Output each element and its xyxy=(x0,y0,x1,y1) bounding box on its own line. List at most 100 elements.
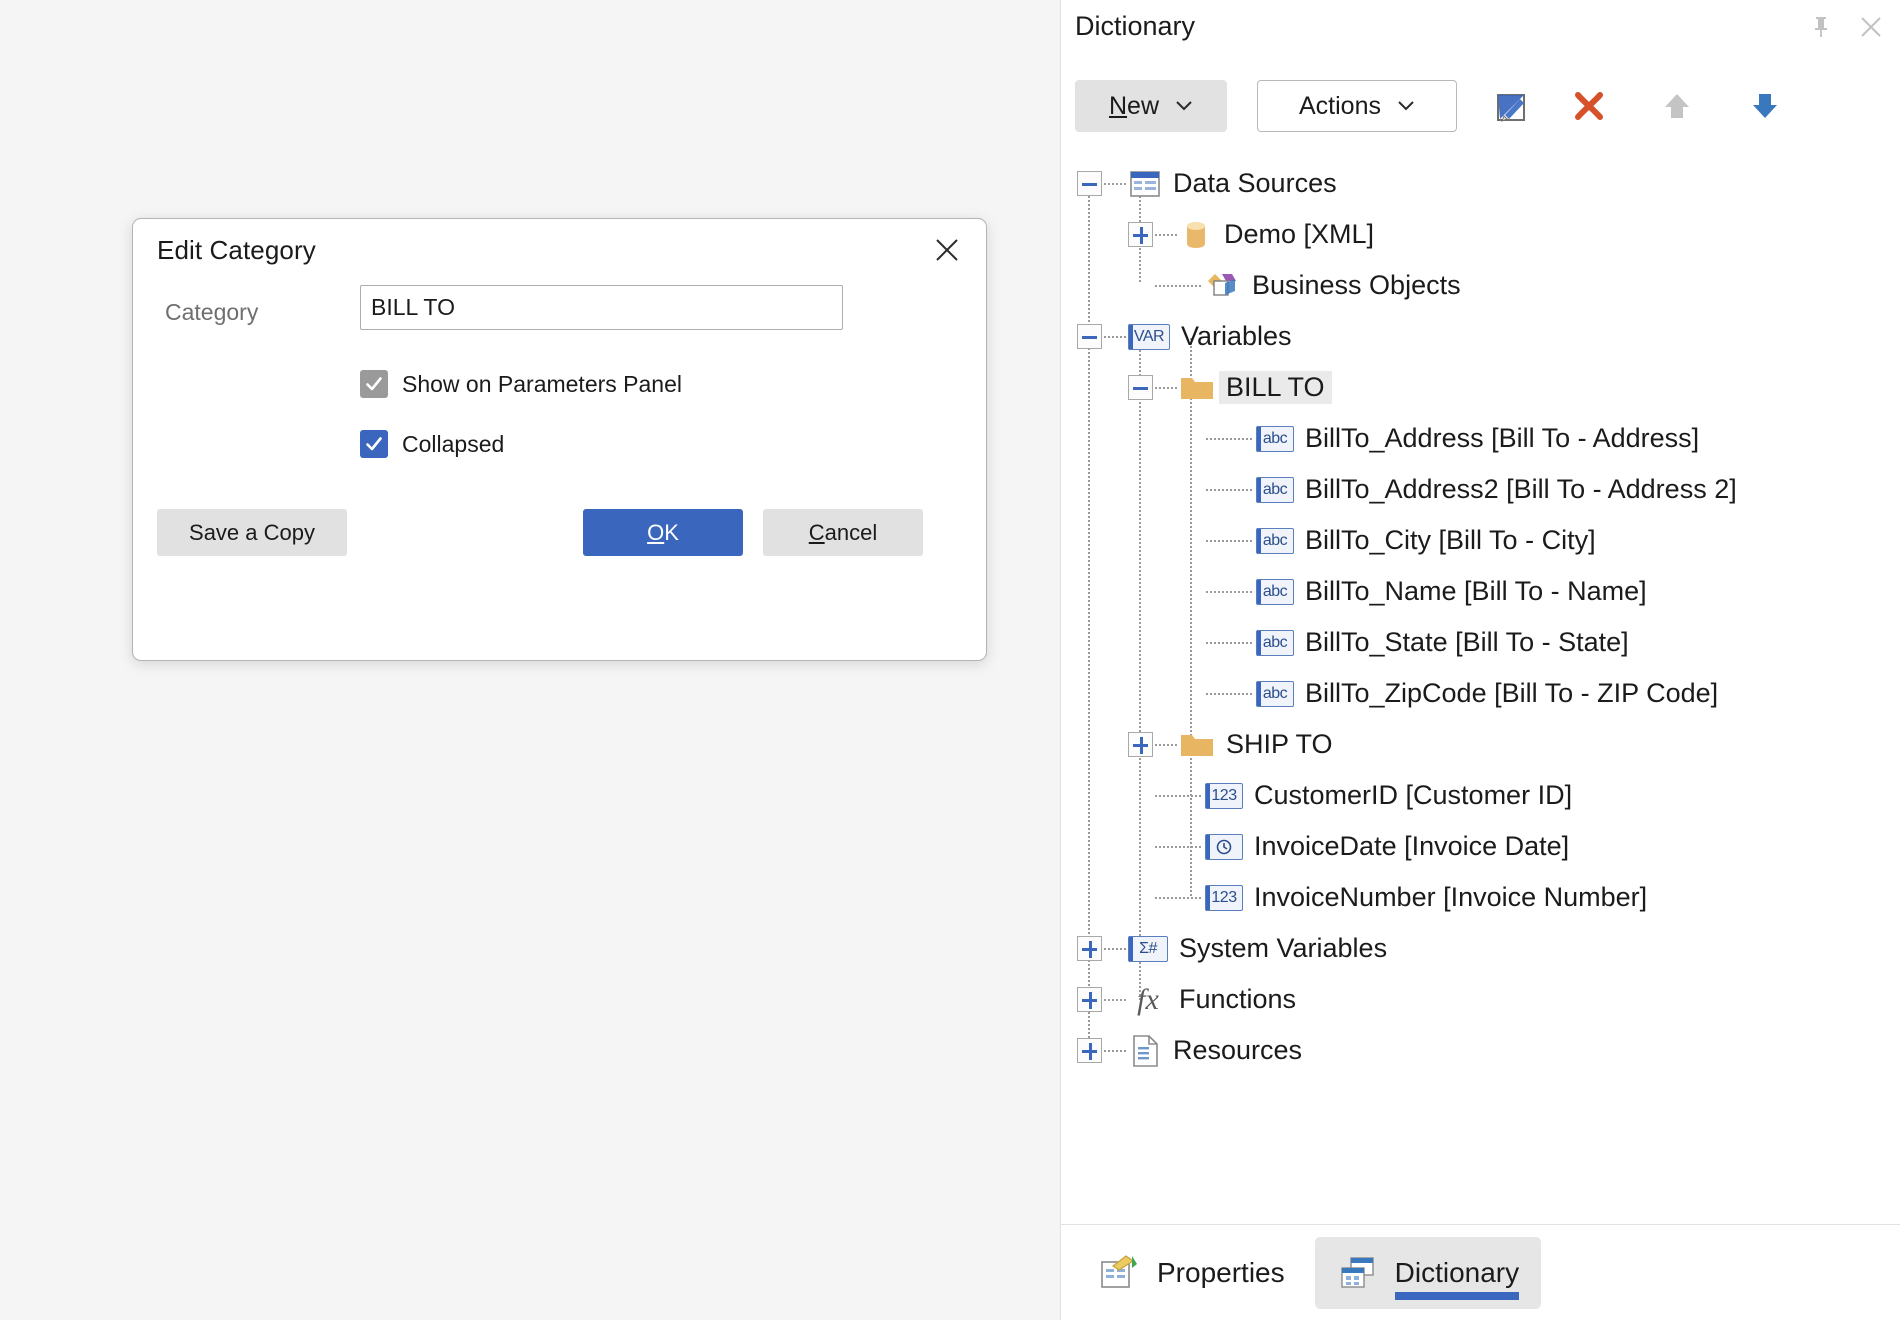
abc-badge-icon: abc xyxy=(1256,629,1294,656)
expander-plus-icon[interactable] xyxy=(1077,936,1102,961)
tree-item-label: System Variables xyxy=(1179,933,1388,963)
number-badge: 123 xyxy=(1205,782,1243,809)
tree-connector xyxy=(1206,488,1254,491)
tree-item-customer-id[interactable]: 123 CustomerID [Customer ID] xyxy=(1061,770,1900,821)
collapsed-checkbox[interactable]: Collapsed xyxy=(360,430,504,458)
dictionary-toolbar: New Actions xyxy=(1075,78,1890,134)
tree-connector xyxy=(1155,743,1177,746)
tree-item-data-sources[interactable]: Data Sources xyxy=(1061,158,1900,209)
tree-item-billto-address2[interactable]: abc BillTo_Address2 [Bill To - Address 2… xyxy=(1061,464,1900,515)
close-icon[interactable] xyxy=(1854,10,1888,44)
tree-item-variables[interactable]: VAR Variables xyxy=(1061,311,1900,362)
category-input[interactable] xyxy=(360,285,843,330)
edit-category-dialog: Edit Category Category Show on Parameter… xyxy=(132,218,987,661)
ok-button[interactable]: OK xyxy=(583,509,743,556)
tree-item-system-variables[interactable]: Σ# System Variables xyxy=(1061,923,1900,974)
tree-connector xyxy=(1155,794,1203,797)
tree-item-label: BillTo_Address2 [Bill To - Address 2] xyxy=(1305,474,1737,504)
tree-item-billto-address[interactable]: abc BillTo_Address [Bill To - Address] xyxy=(1061,413,1900,464)
tree-connector xyxy=(1104,947,1126,950)
tree-connector xyxy=(1104,998,1126,1001)
delete-x-icon[interactable] xyxy=(1563,80,1615,132)
abc-badge-icon: abc xyxy=(1256,476,1294,503)
document-icon xyxy=(1128,1033,1162,1069)
tree-item-label: Data Sources xyxy=(1173,168,1337,198)
close-icon[interactable] xyxy=(926,229,968,271)
database-cylinder-icon xyxy=(1179,218,1213,252)
expander-plus-icon[interactable] xyxy=(1077,1038,1102,1063)
tree-connector xyxy=(1104,1049,1126,1052)
actions-button[interactable]: Actions xyxy=(1257,80,1457,132)
tree-item-label: Demo [XML] xyxy=(1224,219,1375,249)
tab-properties[interactable]: Properties xyxy=(1077,1237,1307,1309)
expander-plus-icon[interactable] xyxy=(1128,222,1153,247)
folder-icon xyxy=(1179,730,1215,760)
app-root: Edit Category Category Show on Parameter… xyxy=(0,0,1900,1320)
tree-item-functions[interactable]: fx Functions xyxy=(1061,974,1900,1025)
tree-connector xyxy=(1206,437,1254,440)
expander-minus-icon[interactable] xyxy=(1077,324,1102,349)
abc-badge-icon: abc xyxy=(1256,425,1294,452)
save-a-copy-label: Save a Copy xyxy=(189,519,315,545)
actions-label: Actions xyxy=(1299,91,1381,120)
tree-item-label: Functions xyxy=(1179,984,1297,1014)
fx-icon: fx xyxy=(1128,983,1168,1017)
dialog-button-row: Save a Copy OK Cancel xyxy=(133,509,986,569)
cancel-accel-letter: C xyxy=(808,519,825,545)
tree-item-billto-state[interactable]: abc BillTo_State [Bill To - State] xyxy=(1061,617,1900,668)
expander-plus-icon[interactable] xyxy=(1077,987,1102,1012)
tree-item-label: InvoiceNumber [Invoice Number] xyxy=(1254,882,1648,912)
tree-connector xyxy=(1104,182,1126,185)
dictionary-tree: Data Sources Demo [XML] Business Objects… xyxy=(1061,158,1900,1210)
expander-plus-icon[interactable] xyxy=(1128,732,1153,757)
expander-minus-icon[interactable] xyxy=(1077,171,1102,196)
tree-item-demo-xml[interactable]: Demo [XML] xyxy=(1061,209,1900,260)
abc-badge-icon: abc xyxy=(1256,680,1294,707)
tree-connector xyxy=(1206,692,1254,695)
abc-badge: abc xyxy=(1256,680,1294,707)
tree-connector xyxy=(1155,233,1177,236)
tree-item-resources[interactable]: Resources xyxy=(1061,1025,1900,1076)
save-a-copy-button[interactable]: Save a Copy xyxy=(157,509,347,556)
show-on-parameters-panel-label: Show on Parameters Panel xyxy=(402,370,682,397)
tree-item-bill-to[interactable]: BILL TO xyxy=(1061,362,1900,413)
new-button[interactable]: New xyxy=(1075,80,1227,132)
new-accel-letter: N xyxy=(1108,91,1128,120)
show-on-parameters-panel-checkbox[interactable]: Show on Parameters Panel xyxy=(360,370,682,398)
tree-item-label: BillTo_City [Bill To - City] xyxy=(1305,525,1596,555)
abc-badge: abc xyxy=(1256,578,1294,605)
tree-connector xyxy=(1155,845,1203,848)
tree-item-ship-to[interactable]: SHIP TO xyxy=(1061,719,1900,770)
panel-title: Dictionary xyxy=(1075,11,1196,41)
tree-item-label: SHIP TO xyxy=(1226,729,1333,759)
expander-minus-icon[interactable] xyxy=(1128,375,1153,400)
arrow-down-icon[interactable] xyxy=(1739,80,1791,132)
arrow-up-icon[interactable] xyxy=(1651,80,1703,132)
dialog-title: Edit Category xyxy=(157,235,316,265)
tree-connector xyxy=(1155,284,1203,287)
checkbox-checked-icon xyxy=(360,370,388,398)
tree-item-invoice-number[interactable]: 123 InvoiceNumber [Invoice Number] xyxy=(1061,872,1900,923)
cancel-button[interactable]: Cancel xyxy=(763,509,923,556)
tree-item-business-objects[interactable]: Business Objects xyxy=(1061,260,1900,311)
pin-icon[interactable] xyxy=(1804,10,1838,44)
tree-item-billto-name[interactable]: abc BillTo_Name [Bill To - Name] xyxy=(1061,566,1900,617)
ok-accel-letter: O xyxy=(647,519,665,545)
tree-item-invoice-date[interactable]: InvoiceDate [Invoice Date] xyxy=(1061,821,1900,872)
fx-glyph: fx xyxy=(1137,982,1159,1016)
tree-item-billto-zipcode[interactable]: abc BillTo_ZipCode [Bill To - ZIP Code] xyxy=(1061,668,1900,719)
date-badge xyxy=(1205,833,1243,860)
tab-label: Dictionary xyxy=(1394,1256,1520,1300)
edit-icon[interactable] xyxy=(1485,80,1537,132)
tree-connector xyxy=(1155,896,1203,899)
category-label: Category xyxy=(165,299,259,325)
tree-item-label: InvoiceDate [Invoice Date] xyxy=(1254,831,1570,861)
tree-connector xyxy=(1104,335,1126,338)
tree-item-billto-city[interactable]: abc BillTo_City [Bill To - City] xyxy=(1061,515,1900,566)
properties-icon xyxy=(1099,1253,1141,1293)
tab-dictionary[interactable]: Dictionary xyxy=(1314,1236,1542,1309)
data-sources-icon xyxy=(1128,167,1162,201)
var-badge-icon: VAR xyxy=(1128,323,1170,350)
ok-label-rest: K xyxy=(664,519,679,545)
tree-item-label: Variables xyxy=(1181,321,1292,351)
